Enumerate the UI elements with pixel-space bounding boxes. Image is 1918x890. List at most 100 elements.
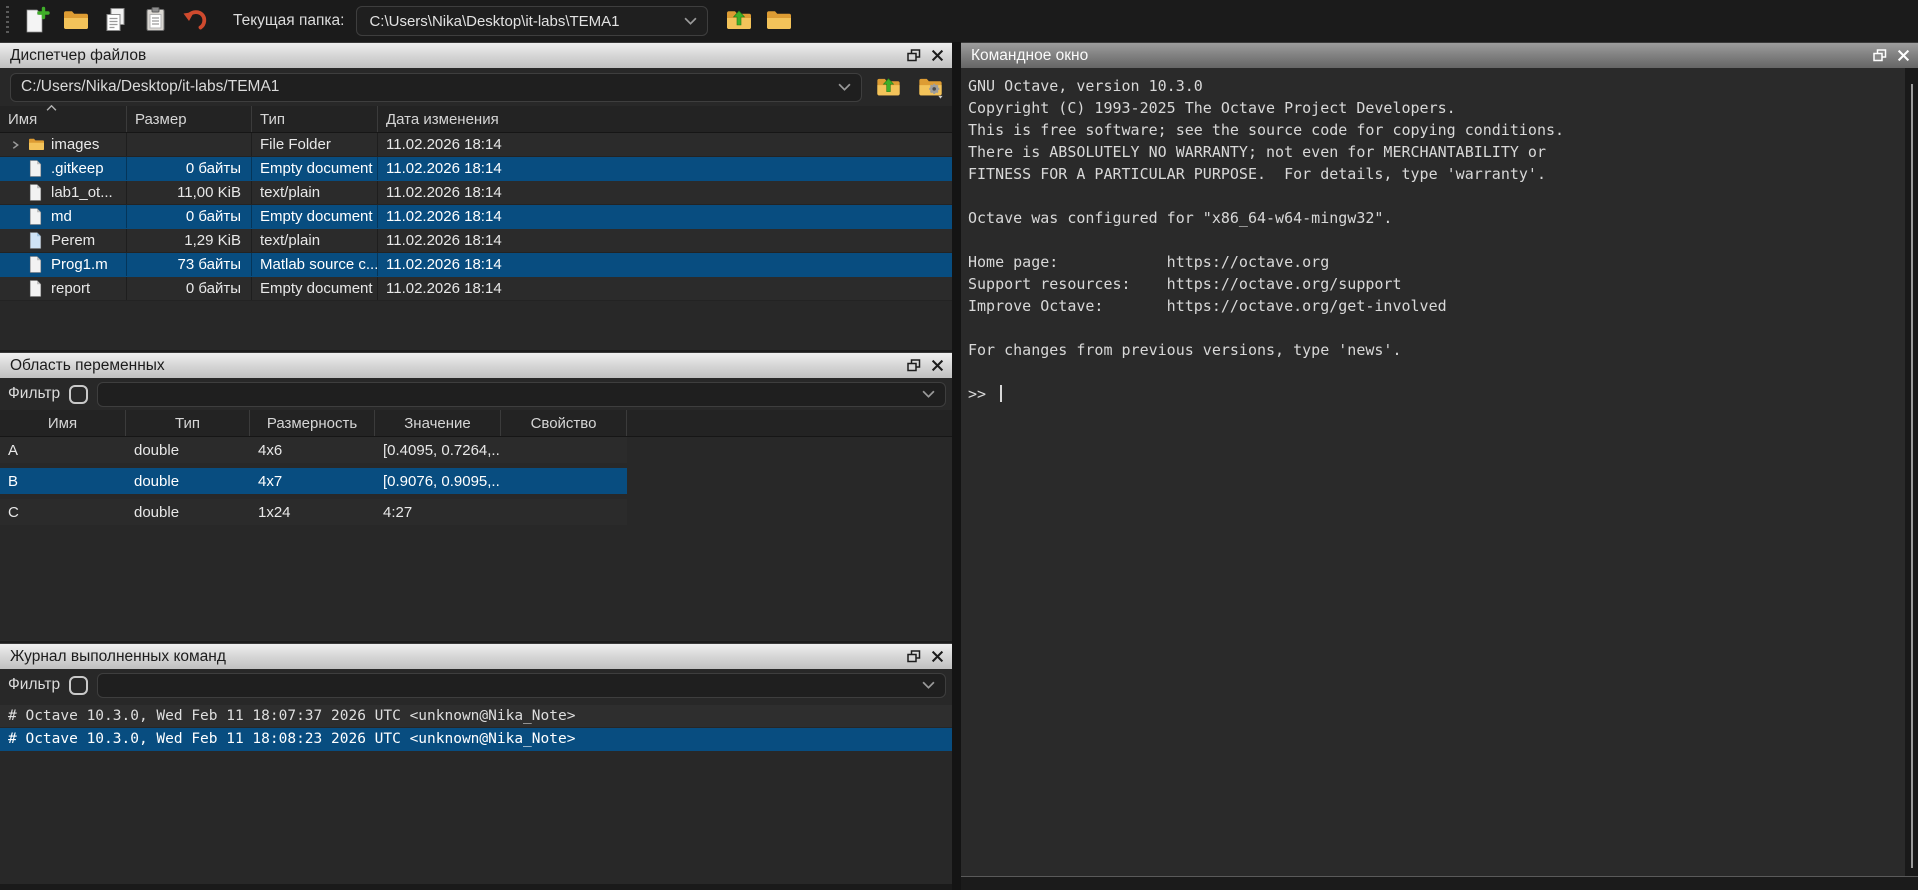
close-button[interactable]: [931, 359, 944, 372]
folder-up-button[interactable]: [872, 72, 904, 102]
command-window-panel: Командное окно GNU Octave, version 10.3.…: [961, 42, 1918, 876]
column-header-attribute[interactable]: Свойство: [501, 410, 627, 436]
file-size: 1,29 KiB: [127, 229, 252, 252]
close-icon: [931, 50, 944, 65]
folder-icon: [765, 6, 793, 37]
undock-button[interactable]: [1873, 49, 1887, 62]
paste-button[interactable]: [139, 4, 173, 38]
workspace-table-header[interactable]: Имя Тип Размерность Значение Свойство: [0, 410, 952, 437]
filter-combobox[interactable]: [97, 673, 946, 698]
main-toolbar: Текущая папка: C:\Users\Nika\Desktop\it-…: [0, 0, 1918, 42]
file-date: 11.02.2026 18:14: [378, 205, 952, 228]
command-window-titlebar[interactable]: Командное окно: [961, 42, 1918, 68]
file-table-header[interactable]: Имя Размер Тип Дата изменения: [0, 106, 952, 133]
undock-button[interactable]: [907, 650, 921, 663]
column-header-date[interactable]: Дата изменения: [378, 106, 952, 132]
new-script-button[interactable]: [19, 4, 53, 38]
variable-row-C[interactable]: Cdouble1x244:27: [0, 499, 952, 525]
undo-button[interactable]: [179, 4, 213, 38]
close-button[interactable]: [1897, 49, 1910, 62]
filter-checkbox[interactable]: [69, 676, 88, 695]
file-row-Prog1.m[interactable]: Prog1.m73 байтыMatlab source c...11.02.2…: [0, 253, 952, 277]
workspace-titlebar[interactable]: Область переменных: [0, 352, 952, 378]
file-icon: [28, 280, 45, 297]
copy-button[interactable]: [99, 4, 133, 38]
file-icon: [28, 160, 45, 177]
current-folder-combobox[interactable]: C:\Users\Nika\Desktop\it-labs\TEMA1: [356, 6, 708, 36]
variable-name: C: [0, 499, 126, 525]
row-filler: [627, 468, 952, 494]
panel-splitter[interactable]: [952, 42, 961, 890]
close-button[interactable]: [931, 650, 944, 663]
file-row-md[interactable]: md0 байтыEmpty document11.02.2026 18:14: [0, 205, 952, 229]
command-window-terminal[interactable]: GNU Octave, version 10.3.0 Copyright (C)…: [961, 68, 1905, 876]
file-type: Matlab source c...: [252, 253, 378, 276]
undock-button[interactable]: [907, 359, 921, 372]
file-name: md: [51, 208, 72, 225]
octave-main-window: Текущая папка: C:\Users\Nika\Desktop\it-…: [0, 0, 1918, 890]
sort-indicator-icon: [46, 105, 57, 111]
close-icon: [931, 651, 944, 666]
file-size: 11,00 KiB: [127, 181, 252, 204]
file-name-cell: images: [0, 133, 127, 156]
folder-gear-icon: [917, 88, 944, 103]
file-row-lab1_ot...[interactable]: lab1_ot...11,00 KiBtext/plain11.02.2026 …: [0, 181, 952, 205]
folder-up-icon: [725, 6, 753, 37]
file-icon: [28, 256, 45, 273]
workspace-filter-row: Фильтр: [0, 378, 952, 410]
column-header-name[interactable]: Имя: [0, 106, 127, 132]
workspace-title: Область переменных: [10, 357, 165, 375]
filter-checkbox[interactable]: [69, 385, 88, 404]
file-icon: [28, 184, 45, 201]
path-combobox[interactable]: C:/Users/Nika/Desktop/it-labs/TEMA1: [10, 73, 862, 102]
column-header-class[interactable]: Тип: [126, 410, 250, 436]
folder-icon: [28, 137, 45, 152]
folder-up-button-toolbar[interactable]: [722, 4, 756, 38]
variable-row-B[interactable]: Bdouble4x7[0.9076, 0.9095,...: [0, 468, 952, 494]
column-header-name[interactable]: Имя: [0, 410, 126, 436]
file-size: 0 байты: [127, 205, 252, 228]
variable-row-A[interactable]: Adouble4x6[0.4095, 0.7264,...: [0, 437, 952, 463]
folder-actions-button[interactable]: [914, 72, 946, 102]
scrollbar-thumb[interactable]: [1911, 84, 1913, 868]
scrollbar-track[interactable]: [1905, 68, 1918, 876]
history-entry-0[interactable]: # Octave 10.3.0, Wed Feb 11 18:07:37 202…: [0, 705, 952, 728]
browse-folder-button[interactable]: [762, 4, 796, 38]
row-filler: [627, 437, 952, 463]
current-path: C:/Users/Nika/Desktop/it-labs/TEMA1: [21, 78, 279, 96]
file-row-.gitkeep[interactable]: .gitkeep0 байтыEmpty document11.02.2026 …: [0, 157, 952, 181]
copy-icon: [102, 6, 130, 37]
bottom-edge: [0, 884, 952, 890]
filter-combobox[interactable]: [97, 382, 946, 407]
current-folder-label: Текущая папка:: [233, 12, 344, 30]
file-date: 11.02.2026 18:14: [378, 157, 952, 180]
file-row-Perem[interactable]: Perem1,29 KiBtext/plain11.02.2026 18:14: [0, 229, 952, 253]
current-folder-value: C:\Users\Nika\Desktop\it-labs\TEMA1: [369, 13, 619, 30]
column-header-value[interactable]: Значение: [375, 410, 501, 436]
column-header-dimension[interactable]: Размерность: [250, 410, 375, 436]
paste-icon: [142, 6, 170, 37]
column-header-type[interactable]: Тип: [252, 106, 378, 132]
history-titlebar[interactable]: Журнал выполненных команд: [0, 643, 952, 669]
file-date: 11.02.2026 18:14: [378, 253, 952, 276]
chevron-down-icon: [838, 83, 851, 91]
undock-icon: [907, 651, 921, 666]
file-browser-titlebar[interactable]: Диспетчер файлов: [0, 42, 952, 68]
expand-icon[interactable]: [8, 140, 22, 150]
column-header-size[interactable]: Размер: [127, 106, 252, 132]
file-row-images[interactable]: imagesFile Folder11.02.2026 18:14: [0, 133, 952, 157]
open-button[interactable]: [59, 4, 93, 38]
chevron-down-icon: [684, 17, 697, 25]
variable-dims: 4x6: [250, 437, 375, 463]
variable-name: B: [0, 468, 126, 494]
undock-button[interactable]: [907, 49, 921, 62]
file-row-report[interactable]: report0 байтыEmpty document11.02.2026 18…: [0, 277, 952, 301]
file-name: lab1_ot...: [51, 184, 113, 201]
toolbar-drag-handle[interactable]: [6, 6, 9, 36]
history-entry-1[interactable]: # Octave 10.3.0, Wed Feb 11 18:08:23 202…: [0, 728, 952, 751]
close-button[interactable]: [931, 49, 944, 62]
undock-icon: [907, 50, 921, 65]
file-type: Empty document: [252, 277, 378, 300]
row-filler: [627, 499, 952, 525]
file-name: .gitkeep: [51, 160, 104, 177]
